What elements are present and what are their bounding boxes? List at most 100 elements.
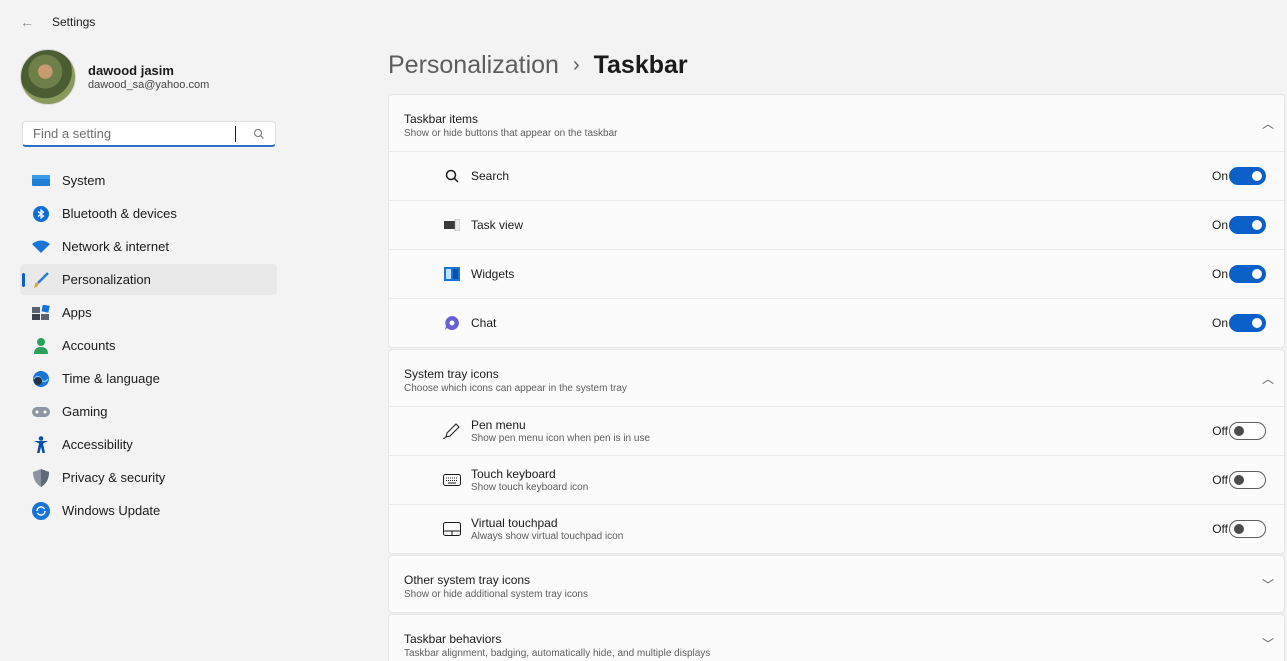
- taskbar-behaviors-card[interactable]: Taskbar behaviors Taskbar alignment, bad…: [388, 614, 1285, 661]
- sidebar: dawood jasim dawood_sa@yahoo.com System …: [0, 44, 290, 661]
- sidebar-item-gaming[interactable]: Gaming: [20, 396, 277, 427]
- toggle-state: Off: [1212, 522, 1228, 536]
- sidebar-item-label: Accounts: [62, 338, 116, 353]
- chevron-up-icon[interactable]: ︿: [1262, 115, 1274, 132]
- apps-icon: [32, 304, 50, 322]
- virtual-touchpad-toggle[interactable]: [1229, 520, 1266, 538]
- chevron-up-icon[interactable]: ︿: [1262, 370, 1274, 387]
- sidebar-item-label: Windows Update: [62, 503, 161, 518]
- setting-row-touch-keyboard: Touch keyboard Show touch keyboard icon …: [389, 455, 1284, 504]
- system-tray-header[interactable]: System tray icons Choose which icons can…: [389, 350, 1284, 406]
- sidebar-item-windows-update[interactable]: Windows Update: [20, 495, 277, 526]
- section-subtitle: Show or hide buttons that appear on the …: [404, 128, 618, 139]
- breadcrumb-parent[interactable]: Personalization: [388, 51, 559, 80]
- brush-icon: [32, 271, 50, 289]
- section-subtitle: Taskbar alignment, badging, automaticall…: [404, 648, 711, 659]
- section-title: Taskbar behaviors: [404, 632, 502, 646]
- user-name: dawood jasim: [88, 63, 174, 78]
- sidebar-item-label: System: [62, 173, 106, 188]
- accounts-icon: [32, 337, 50, 355]
- window-title: Settings: [52, 15, 96, 29]
- search-toggle[interactable]: [1229, 167, 1266, 185]
- setting-row-search: Search On: [389, 151, 1284, 200]
- toggle-state: Off: [1212, 424, 1228, 438]
- page-title: Taskbar: [593, 51, 688, 79]
- title-bar: ← Settings: [0, 0, 1287, 44]
- section-title: Taskbar items: [404, 112, 479, 126]
- sidebar-item-time-language[interactable]: Time & language: [20, 363, 277, 394]
- widgets-icon: [443, 265, 461, 283]
- user-profile[interactable]: dawood jasim dawood_sa@yahoo.com: [20, 49, 209, 105]
- sidebar-item-apps[interactable]: Apps: [20, 297, 277, 328]
- system-icon: [32, 172, 50, 190]
- sidebar-item-label: Network & internet: [62, 239, 169, 254]
- sidebar-item-label: Accessibility: [62, 437, 133, 452]
- bluetooth-icon: [32, 205, 50, 223]
- touchpad-icon: [443, 520, 461, 538]
- keyboard-icon: [443, 471, 461, 489]
- other-tray-header[interactable]: Other system tray icons Show or hide add…: [389, 556, 1284, 612]
- setting-row-chat: Chat On: [389, 298, 1284, 347]
- toggle-state: On: [1211, 316, 1228, 330]
- search-input[interactable]: [33, 126, 233, 141]
- section-title: Other system tray icons: [404, 573, 531, 587]
- sidebar-item-personalization[interactable]: Personalization: [20, 264, 277, 295]
- row-description: Always show virtual touchpad icon: [471, 531, 624, 542]
- toggle-state: On: [1211, 169, 1228, 183]
- breadcrumb-separator: ›: [572, 54, 580, 76]
- pen-menu-toggle[interactable]: [1229, 422, 1266, 440]
- search-box[interactable]: [22, 121, 276, 147]
- toggle-state: Off: [1212, 473, 1228, 487]
- sidebar-item-bluetooth[interactable]: Bluetooth & devices: [20, 198, 277, 229]
- sidebar-item-system[interactable]: System: [20, 165, 277, 196]
- toggle-state: On: [1211, 267, 1228, 281]
- text-cursor: [235, 126, 236, 142]
- sidebar-item-privacy[interactable]: Privacy & security: [20, 462, 277, 493]
- avatar: [20, 49, 76, 105]
- sidebar-item-label: Bluetooth & devices: [62, 206, 177, 221]
- touch-keyboard-toggle[interactable]: [1229, 471, 1266, 489]
- nav-list: System Bluetooth & devices Network & int…: [20, 165, 277, 528]
- chevron-down-icon[interactable]: ﹀: [1262, 576, 1274, 593]
- back-arrow-icon[interactable]: ←: [20, 14, 34, 30]
- shield-icon: [32, 468, 50, 487]
- user-email: dawood_sa@yahoo.com: [88, 79, 210, 91]
- task-view-toggle[interactable]: [1229, 216, 1266, 234]
- setting-row-pen-menu: Pen menu Show pen menu icon when pen is …: [389, 406, 1284, 455]
- row-label: Search: [471, 169, 510, 183]
- globe-clock-icon: [32, 370, 50, 388]
- sidebar-item-network[interactable]: Network & internet: [20, 231, 277, 262]
- pen-icon: [443, 422, 461, 440]
- section-title: System tray icons: [404, 367, 499, 381]
- toggle-state: On: [1211, 218, 1228, 232]
- chat-toggle[interactable]: [1229, 314, 1266, 332]
- row-label: Widgets: [471, 267, 515, 281]
- setting-row-task-view: Task view On: [389, 200, 1284, 249]
- taskbar-behaviors-header[interactable]: Taskbar behaviors Taskbar alignment, bad…: [389, 615, 1284, 661]
- sidebar-item-label: Personalization: [62, 272, 151, 287]
- search-icon: [443, 167, 461, 185]
- taskbar-items-header[interactable]: Taskbar items Show or hide buttons that …: [389, 95, 1284, 151]
- widgets-toggle[interactable]: [1229, 265, 1266, 283]
- sidebar-item-accessibility[interactable]: Accessibility: [20, 429, 277, 460]
- other-tray-card[interactable]: Other system tray icons Show or hide add…: [388, 555, 1285, 613]
- sidebar-item-label: Privacy & security: [62, 470, 166, 485]
- breadcrumb: Personalization › Taskbar: [388, 51, 688, 80]
- taskbar-items-card: Taskbar items Show or hide buttons that …: [388, 94, 1285, 348]
- setting-row-widgets: Widgets On: [389, 249, 1284, 298]
- row-description: Show touch keyboard icon: [471, 482, 589, 493]
- sidebar-item-label: Time & language: [62, 371, 160, 386]
- sidebar-item-accounts[interactable]: Accounts: [20, 330, 277, 361]
- row-label: Touch keyboard: [471, 467, 556, 481]
- main-content: Personalization › Taskbar Taskbar items …: [388, 44, 1287, 661]
- gamepad-icon: [32, 403, 50, 421]
- setting-row-virtual-touchpad: Virtual touchpad Always show virtual tou…: [389, 504, 1284, 553]
- section-subtitle: Show or hide additional system tray icon…: [404, 589, 588, 600]
- update-icon: [32, 501, 50, 520]
- chevron-down-icon[interactable]: ﹀: [1262, 635, 1274, 652]
- system-tray-card: System tray icons Choose which icons can…: [388, 349, 1285, 554]
- task-view-icon: [443, 216, 461, 234]
- search-icon[interactable]: [253, 127, 265, 145]
- row-label: Pen menu: [471, 418, 526, 432]
- sidebar-item-label: Gaming: [62, 404, 108, 419]
